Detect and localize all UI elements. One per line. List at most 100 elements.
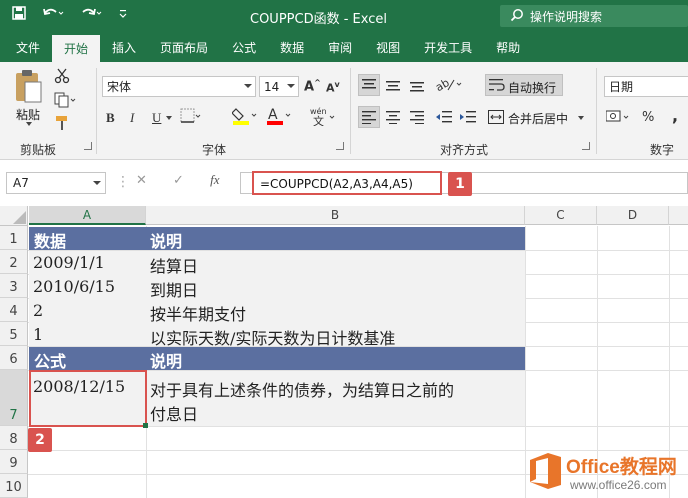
name-box[interactable]: A7 (6, 172, 106, 194)
bold-button[interactable]: B (106, 110, 115, 126)
fill-color-icon[interactable] (231, 106, 258, 130)
clipboard-launcher-icon[interactable] (84, 142, 92, 150)
cell-a4[interactable]: 2 (33, 301, 43, 320)
cell-b3[interactable]: 到期日 (150, 277, 198, 301)
cell-b1[interactable]: 说明 (150, 228, 182, 252)
row-header-2[interactable]: 2 (0, 250, 28, 274)
merge-center-label[interactable]: 合并后居中 (508, 110, 568, 127)
insert-function-icon[interactable]: fx (210, 172, 219, 187)
cell-a3[interactable]: 2010/6/15 (33, 277, 115, 296)
column-header-b[interactable]: B (146, 206, 525, 225)
font-name-select[interactable]: 宋体 (102, 76, 256, 97)
font-name-value: 宋体 (107, 80, 132, 94)
phonetic-icon[interactable]: wén 文 (308, 106, 338, 129)
tab-help[interactable]: 帮助 (484, 32, 532, 62)
grow-font-button[interactable]: A^ (304, 78, 321, 94)
column-header-a[interactable]: A (29, 206, 146, 225)
bottom-align-icon[interactable] (410, 78, 424, 96)
chevron-down-icon (244, 84, 252, 88)
customize-qat-icon[interactable] (118, 6, 128, 20)
copy-icon[interactable] (54, 92, 76, 112)
underline-button[interactable]: U (152, 110, 161, 126)
cell-a5[interactable]: 1 (33, 325, 43, 344)
align-center-icon[interactable] (386, 110, 400, 128)
chevron-down-icon (93, 181, 101, 185)
column-header-c[interactable]: C (525, 206, 597, 225)
comma-style-button[interactable]: , (672, 106, 678, 125)
tab-data[interactable]: 数据 (268, 32, 316, 62)
tab-insert[interactable]: 插入 (100, 32, 148, 62)
tab-view[interactable]: 视图 (364, 32, 412, 62)
paste-button[interactable] (12, 68, 44, 107)
cell-b7-line1[interactable]: 对于具有上述条件的债券，为结算日之前的 (150, 377, 454, 401)
tab-formulas[interactable]: 公式 (220, 32, 268, 62)
tell-me-search[interactable]: 操作说明搜索 (500, 5, 688, 27)
ribbon-tabs: 文件 开始 插入 页面布局 公式 数据 审阅 视图 开发工具 帮助 (0, 32, 688, 62)
column-header-d[interactable]: D (597, 206, 669, 225)
top-align-icon (362, 78, 376, 96)
cell-a6[interactable]: 公式 (34, 348, 66, 372)
quick-access-toolbar (12, 6, 128, 20)
paste-dropdown-icon[interactable] (26, 122, 32, 126)
underline-dropdown-icon[interactable] (166, 116, 172, 120)
formula-input[interactable]: =COUPPCD(A2,A3,A4,A5) (252, 171, 442, 195)
increase-indent-icon[interactable] (460, 110, 476, 128)
save-icon[interactable] (12, 6, 26, 20)
percent-button[interactable]: % (642, 110, 654, 125)
merge-dropdown-icon[interactable] (578, 116, 584, 120)
shrink-font-button[interactable]: Av (326, 80, 340, 95)
merge-center-icon[interactable] (488, 110, 504, 128)
cancel-icon[interactable]: ✕ (136, 173, 147, 188)
font-size-value: 14 (264, 79, 280, 94)
undo-icon[interactable] (42, 6, 64, 20)
row-header-5[interactable]: 5 (0, 322, 28, 346)
cell-a1[interactable]: 数据 (34, 228, 66, 252)
row-header-10[interactable]: 10 (0, 474, 28, 498)
cell-b5[interactable]: 以实际天数/实际天数为日计数基准 (150, 325, 395, 349)
tab-review[interactable]: 审阅 (316, 32, 364, 62)
select-all-corner[interactable] (0, 206, 28, 226)
row-header-7[interactable]: 7 (0, 370, 28, 426)
cell-a2[interactable]: 2009/1/1 (33, 253, 105, 272)
tab-page-layout[interactable]: 页面布局 (148, 32, 220, 62)
cell-b2[interactable]: 结算日 (150, 253, 198, 277)
alignment-launcher-icon[interactable] (582, 142, 590, 150)
cell-b6[interactable]: 说明 (150, 348, 182, 372)
table-header-row (29, 227, 525, 250)
borders-icon[interactable] (180, 108, 202, 128)
currency-format-icon[interactable] (605, 108, 632, 130)
tab-developer[interactable]: 开发工具 (412, 32, 484, 62)
format-painter-icon[interactable] (54, 115, 70, 135)
window-title: COUPPCD函数 - Excel (250, 12, 387, 27)
cell-b4[interactable]: 按半年期支付 (150, 301, 246, 325)
middle-align-icon[interactable] (386, 78, 400, 96)
align-right-icon[interactable] (410, 110, 424, 128)
enter-icon[interactable]: ✓ (173, 173, 184, 188)
tab-file[interactable]: 文件 (4, 32, 52, 62)
font-color-button[interactable]: A (266, 106, 292, 130)
tab-home[interactable]: 开始 (52, 35, 101, 62)
clipboard-group-label: 剪贴板 (20, 143, 57, 157)
number-format-select[interactable]: 日期 (604, 76, 688, 97)
italic-button[interactable]: I (130, 110, 134, 126)
formula-bar: A7 ⋮ ✕ ✓ fx =COUPPCD(A2,A3,A4,A5) 1 (0, 160, 688, 206)
row-header-1[interactable]: 1 (0, 226, 28, 250)
fill-handle[interactable] (143, 423, 148, 428)
callout-badge-2: 2 (28, 428, 52, 452)
row-header-9[interactable]: 9 (0, 450, 28, 474)
row-header-4[interactable]: 4 (0, 298, 28, 322)
row-header-6[interactable]: 6 (0, 346, 28, 370)
font-size-select[interactable]: 14 (259, 76, 299, 97)
cell-b7-line2[interactable]: 付息日 (150, 401, 198, 425)
wrap-text-icon (489, 78, 505, 96)
svg-text:文: 文 (313, 114, 324, 126)
row-header-3[interactable]: 3 (0, 274, 28, 298)
divider (350, 68, 351, 154)
font-launcher-icon[interactable] (336, 142, 344, 150)
redo-icon[interactable] (80, 6, 102, 20)
decrease-indent-icon[interactable] (436, 110, 452, 128)
orientation-icon[interactable]: ab (433, 76, 464, 96)
cut-icon[interactable] (54, 68, 70, 88)
row-header-8[interactable]: 8 (0, 426, 28, 450)
column-header-e[interactable] (669, 206, 688, 225)
